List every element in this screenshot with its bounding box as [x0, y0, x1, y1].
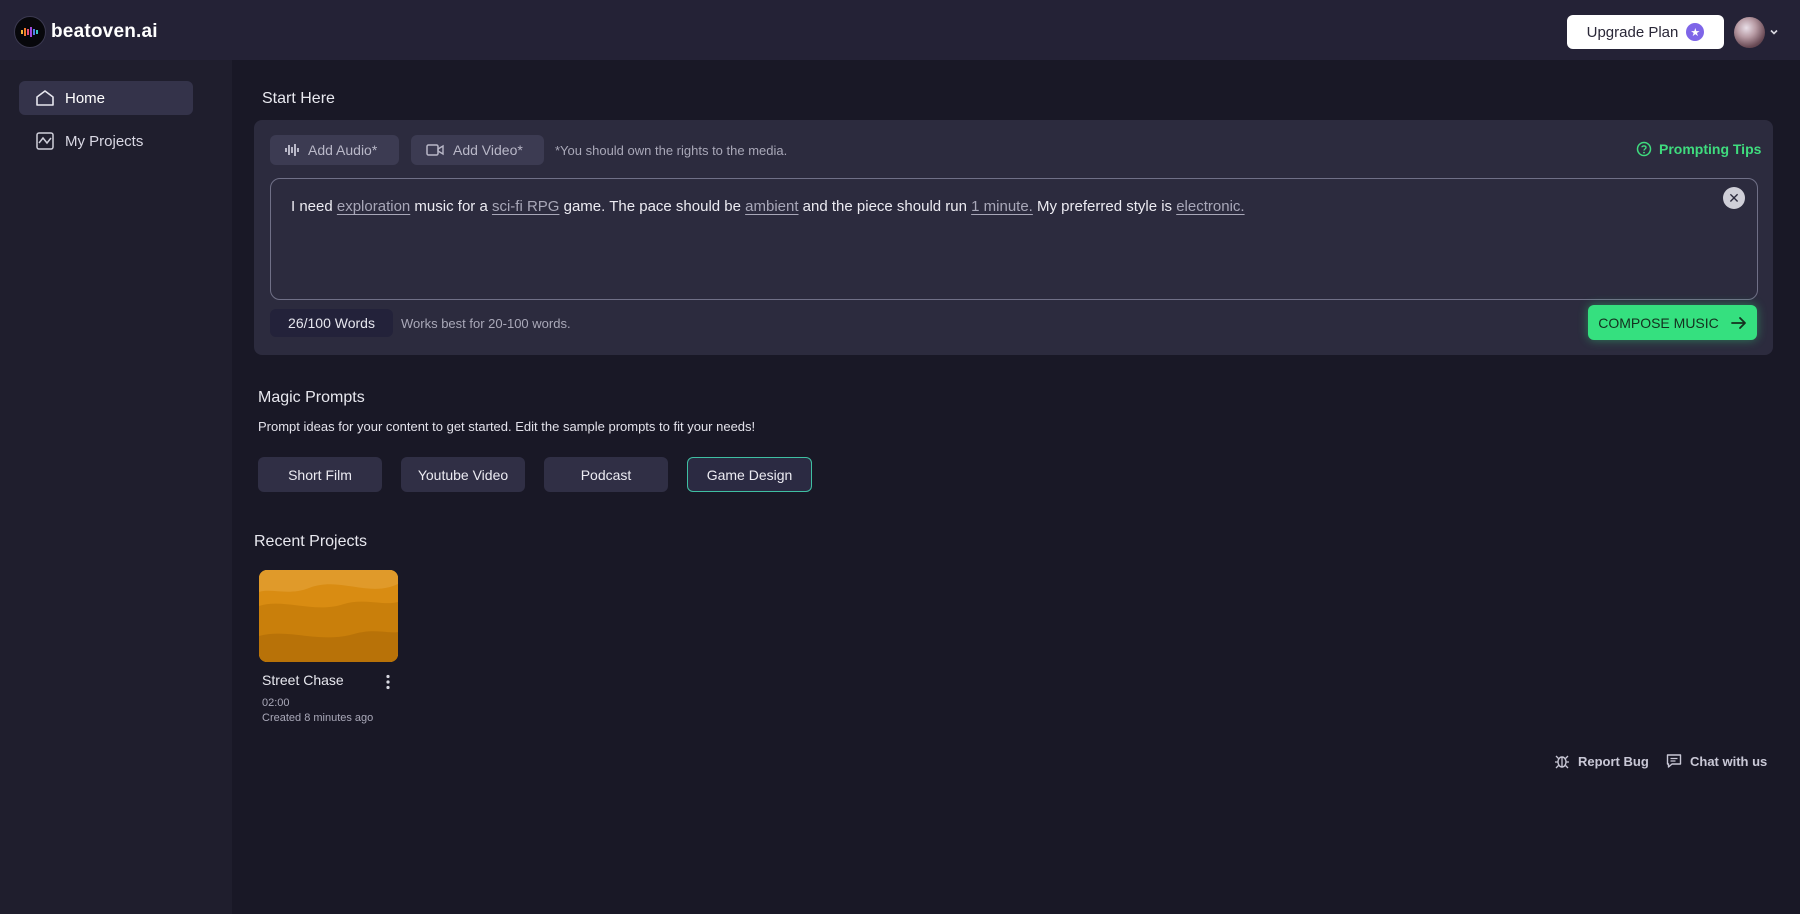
add-audio-label: Add Audio* — [308, 142, 378, 158]
sidebar: Home My Projects — [0, 60, 232, 914]
magic-prompts-subtitle: Prompt ideas for your content to get sta… — [258, 419, 756, 434]
recent-projects-title: Recent Projects — [254, 533, 367, 550]
prompt-text: game. The pace should be — [559, 198, 746, 215]
star-badge-icon: ★ — [1686, 23, 1705, 41]
prompt-textarea[interactable]: I need exploration music for a sci-fi RP… — [270, 178, 1758, 300]
sidebar-item-label: My Projects — [65, 132, 144, 150]
report-bug-link[interactable]: Report Bug — [1554, 753, 1649, 769]
add-video-button[interactable]: Add Video* — [411, 135, 544, 165]
prompting-tips-label: Prompting Tips — [1659, 141, 1762, 157]
chart-line-icon — [35, 131, 55, 151]
top-bar: beatoven.ai Upgrade Plan ★ — [0, 0, 1800, 60]
project-thumbnail[interactable] — [259, 570, 398, 662]
chip-short-film[interactable]: Short Film — [258, 457, 382, 492]
word-count-badge: 26/100 Words — [270, 309, 393, 337]
rights-note: *You should own the rights to the media. — [555, 143, 788, 158]
prompt-keyword[interactable]: ambient — [745, 198, 798, 215]
prompt-text: and the piece should run — [798, 198, 972, 215]
chip-game-design[interactable]: Game Design — [687, 457, 812, 492]
chip-podcast[interactable]: Podcast — [544, 457, 668, 492]
brand-logo[interactable]: beatoven.ai — [14, 16, 158, 48]
chip-youtube-video[interactable]: Youtube Video — [401, 457, 525, 492]
sidebar-item-home[interactable]: Home — [19, 81, 193, 115]
wave-artwork — [259, 570, 398, 662]
prompt-keyword[interactable]: exploration — [337, 198, 410, 215]
avatar[interactable] — [1734, 17, 1765, 48]
chat-with-us-link[interactable]: Chat with us — [1666, 753, 1767, 769]
prompt-keyword[interactable]: 1 minute. — [971, 198, 1033, 215]
add-video-label: Add Video* — [453, 142, 523, 158]
chevron-down-icon[interactable] — [1769, 24, 1779, 42]
chat-with-us-label: Chat with us — [1690, 753, 1768, 769]
arrow-right-icon — [1730, 316, 1747, 330]
more-vertical-icon[interactable] — [380, 672, 396, 692]
upgrade-plan-button[interactable]: Upgrade Plan ★ — [1567, 15, 1724, 49]
upgrade-plan-label: Upgrade Plan — [1586, 23, 1679, 41]
prompt-text: music for a — [410, 198, 492, 215]
compose-music-label: COMPOSE MUSIC — [1598, 314, 1719, 331]
prompting-tips-link[interactable]: Prompting Tips — [1636, 141, 1761, 157]
video-camera-icon — [426, 144, 444, 156]
sidebar-item-label: Home — [65, 89, 106, 107]
project-created: Created 8 minutes ago — [262, 712, 374, 724]
sidebar-item-my-projects[interactable]: My Projects — [19, 124, 193, 158]
report-bug-label: Report Bug — [1578, 753, 1649, 769]
add-audio-button[interactable]: Add Audio* — [270, 135, 399, 165]
clear-prompt-icon[interactable]: ✕ — [1723, 187, 1745, 209]
prompt-keyword[interactable]: electronic. — [1176, 198, 1244, 215]
home-icon — [35, 88, 55, 108]
magic-prompts-title: Magic Prompts — [258, 389, 365, 406]
project-duration: 02:00 — [262, 697, 290, 709]
beatoven-logo-icon — [14, 16, 46, 48]
prompt-keyword[interactable]: sci-fi RPG — [492, 198, 560, 215]
prompt-card: Add Audio* Add Video* *You should own th… — [254, 120, 1773, 355]
brand-name: beatoven.ai — [51, 21, 158, 42]
prompt-text: I need — [291, 198, 337, 215]
word-hint: Works best for 20-100 words. — [401, 316, 571, 331]
prompt-text: My preferred style is — [1032, 198, 1177, 215]
help-circle-icon — [1636, 141, 1652, 157]
compose-music-button[interactable]: COMPOSE MUSIC — [1588, 305, 1757, 340]
project-title[interactable]: Street Chase — [262, 672, 344, 688]
audio-waveform-icon — [285, 144, 299, 156]
chat-bubble-icon — [1666, 753, 1682, 769]
bug-icon — [1554, 753, 1570, 769]
start-here-title: Start Here — [262, 90, 335, 107]
